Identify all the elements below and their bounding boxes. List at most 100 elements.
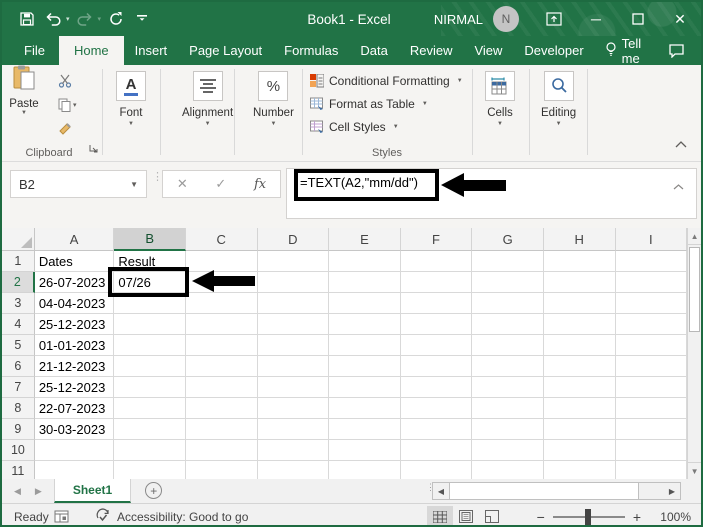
scroll-left-icon[interactable]: ◀: [433, 483, 449, 499]
cell-C5[interactable]: [185, 335, 258, 356]
cell-D5[interactable]: [257, 335, 330, 356]
cell-I5[interactable]: [615, 335, 688, 356]
row-header-10[interactable]: 10: [2, 440, 35, 461]
cell-F8[interactable]: [400, 398, 473, 419]
row-header-2[interactable]: 2: [2, 272, 35, 293]
save-icon[interactable]: [16, 8, 38, 30]
cell-F9[interactable]: [400, 419, 473, 440]
cell-B2[interactable]: 07/26: [114, 272, 186, 293]
cell-H10[interactable]: [543, 440, 616, 461]
cell-F11[interactable]: [400, 461, 473, 479]
next-sheet-icon[interactable]: ▶: [35, 486, 42, 497]
cell-H9[interactable]: [543, 419, 616, 440]
cell-D3[interactable]: [257, 293, 330, 314]
page-break-view-icon[interactable]: [479, 506, 505, 525]
zoom-out-icon[interactable]: −: [537, 509, 545, 525]
cell-I6[interactable]: [615, 356, 688, 377]
cell-C3[interactable]: [185, 293, 258, 314]
name-box-dropdown-icon[interactable]: ▼: [130, 180, 146, 189]
cell-H2[interactable]: [543, 272, 616, 293]
cell-A4[interactable]: 25-12-2023: [34, 314, 115, 335]
row-header-3[interactable]: 3: [2, 293, 35, 314]
tab-page-layout[interactable]: Page Layout: [178, 36, 273, 65]
cell-F2[interactable]: [400, 272, 473, 293]
select-all-corner[interactable]: [2, 228, 35, 251]
editing-button[interactable]: Editing ▼: [541, 71, 576, 127]
cell-G2[interactable]: [472, 272, 544, 293]
cell-H5[interactable]: [543, 335, 616, 356]
paste-dropdown-icon[interactable]: ▼: [21, 110, 27, 116]
formula-input[interactable]: =TEXT(A2,"mm/dd"): [286, 168, 697, 219]
column-header-B[interactable]: B: [114, 228, 186, 251]
tab-tell-me[interactable]: Tell me: [595, 36, 668, 66]
tab-file[interactable]: File: [10, 36, 59, 65]
cell-I11[interactable]: [615, 461, 688, 479]
cell-E1[interactable]: [329, 251, 401, 272]
cell-D2[interactable]: [257, 272, 330, 293]
row-header-1[interactable]: 1: [2, 251, 35, 272]
format-painter-button[interactable]: [58, 121, 77, 137]
column-header-G[interactable]: G: [472, 228, 544, 251]
cell-I3[interactable]: [615, 293, 688, 314]
scroll-up-icon[interactable]: ▲: [688, 228, 701, 245]
column-header-F[interactable]: F: [400, 228, 473, 251]
close-button[interactable]: ✕: [659, 2, 701, 36]
zoom-level[interactable]: 100%: [649, 510, 691, 524]
cell-H6[interactable]: [543, 356, 616, 377]
insert-function-icon[interactable]: fx: [254, 177, 266, 192]
vertical-scroll-thumb[interactable]: [689, 247, 701, 332]
number-button[interactable]: % Number ▼: [253, 71, 294, 127]
cell-H4[interactable]: [543, 314, 616, 335]
cell-C2[interactable]: [185, 272, 258, 293]
format-as-table-button[interactable]: Format as Table ▼: [310, 97, 428, 111]
cell-D6[interactable]: [257, 356, 330, 377]
column-header-D[interactable]: D: [257, 228, 330, 251]
minimize-button[interactable]: ─: [575, 2, 617, 36]
zoom-slider-thumb[interactable]: [584, 508, 591, 525]
repeat-icon[interactable]: [105, 8, 127, 30]
row-header-4[interactable]: 4: [2, 314, 35, 335]
cell-A6[interactable]: 21-12-2023: [34, 356, 115, 377]
cell-D1[interactable]: [257, 251, 330, 272]
cell-B9[interactable]: [114, 419, 186, 440]
cell-D11[interactable]: [257, 461, 330, 479]
cell-C8[interactable]: [185, 398, 258, 419]
cell-E3[interactable]: [329, 293, 401, 314]
undo-dropdown-icon[interactable]: ▾: [66, 15, 70, 23]
copy-button[interactable]: ▾: [58, 97, 77, 113]
cell-F1[interactable]: [400, 251, 473, 272]
share-comment-icon[interactable]: [668, 36, 701, 65]
customize-qat-icon[interactable]: [131, 8, 153, 30]
name-box[interactable]: B2 ▼: [10, 170, 147, 198]
cell-B3[interactable]: [114, 293, 186, 314]
cell-G8[interactable]: [472, 398, 544, 419]
column-header-E[interactable]: E: [329, 228, 401, 251]
cell-B8[interactable]: [114, 398, 186, 419]
cell-D8[interactable]: [257, 398, 330, 419]
cell-D10[interactable]: [257, 440, 330, 461]
cell-C7[interactable]: [185, 377, 258, 398]
tab-view[interactable]: View: [463, 36, 513, 65]
cell-E8[interactable]: [329, 398, 401, 419]
cell-E5[interactable]: [329, 335, 401, 356]
cell-H1[interactable]: [543, 251, 616, 272]
cell-F5[interactable]: [400, 335, 473, 356]
macro-record-icon[interactable]: [54, 510, 69, 523]
cell-C4[interactable]: [185, 314, 258, 335]
expand-formula-bar-icon[interactable]: [673, 177, 684, 195]
cell-I1[interactable]: [615, 251, 688, 272]
cell-F3[interactable]: [400, 293, 473, 314]
cell-A1[interactable]: Dates: [34, 251, 115, 272]
cell-A7[interactable]: 25-12-2023: [34, 377, 115, 398]
cell-C11[interactable]: [185, 461, 258, 479]
horizontal-scroll-thumb[interactable]: [449, 483, 639, 499]
vertical-scrollbar[interactable]: ▲ ▼: [687, 228, 701, 479]
cell-C9[interactable]: [185, 419, 258, 440]
cell-E7[interactable]: [329, 377, 401, 398]
cell-G4[interactable]: [472, 314, 544, 335]
row-header-8[interactable]: 8: [2, 398, 35, 419]
tab-home[interactable]: Home: [58, 36, 124, 65]
avatar[interactable]: N: [493, 6, 519, 32]
scroll-down-icon[interactable]: ▼: [688, 462, 701, 479]
cell-F4[interactable]: [400, 314, 473, 335]
